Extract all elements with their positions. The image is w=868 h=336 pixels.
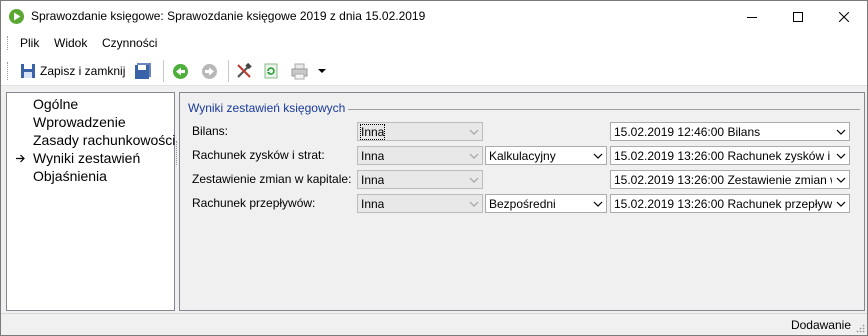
- chevron-down-icon: [465, 123, 482, 140]
- zzk-type-select[interactable]: Inna: [357, 170, 483, 189]
- menu-bar: Plik Widok Czynności: [1, 32, 867, 54]
- rzis-type-value: Inna: [361, 149, 385, 163]
- printer-icon: [291, 63, 308, 79]
- menu-item-czynnosci[interactable]: Czynności: [102, 36, 157, 50]
- rp-variant-value: Bezpośredni: [489, 197, 556, 211]
- save-icon: [21, 64, 35, 78]
- row-label-rp: Rachunek przepływów:: [192, 196, 316, 210]
- maximize-icon: [793, 11, 803, 22]
- tools-icon: [237, 62, 252, 78]
- row-label-bilans: Bilans:: [192, 124, 229, 138]
- close-icon: [839, 11, 849, 22]
- chevron-down-icon: [832, 123, 849, 140]
- zzk-type-value: Inna: [361, 173, 385, 187]
- chevron-down-icon: [832, 147, 849, 164]
- chevron-down-icon: [832, 171, 849, 188]
- toolbar-grip[interactable]: [7, 62, 9, 80]
- menu-item-widok[interactable]: Widok: [54, 36, 87, 50]
- bilans-result-select[interactable]: 15.02.2019 12:46:00 Bilans: [610, 122, 850, 141]
- chevron-down-icon: [465, 147, 482, 164]
- chevron-down-icon: [318, 69, 326, 73]
- save-close-button[interactable]: Zapisz i zamknij: [20, 60, 125, 82]
- rzis-variant-value: Kalkulacyjny: [489, 149, 556, 163]
- refresh-icon: [264, 63, 278, 79]
- rzis-variant-select[interactable]: Kalkulacyjny: [485, 146, 607, 165]
- menu-grip[interactable]: [7, 36, 9, 50]
- nav-item-zasady-rachunkowosci[interactable]: Zasady rachunkowości: [33, 132, 175, 148]
- save-button[interactable]: [134, 60, 152, 82]
- menu-item-plik[interactable]: Plik: [20, 36, 39, 50]
- back-button[interactable]: [172, 60, 189, 82]
- rp-result-select[interactable]: 15.02.2019 13:26:00 Rachunek przepływów: [610, 194, 850, 213]
- rp-type-select[interactable]: Inna: [357, 194, 483, 213]
- chevron-down-icon: [589, 147, 606, 164]
- toolbar-separator: [163, 60, 164, 82]
- row-label-zzk: Zestawienie zmian w kapitale:: [192, 172, 352, 186]
- zzk-result-value: 15.02.2019 13:26:00 Zestawienie zmian w …: [614, 173, 832, 187]
- toolbar-separator: [228, 60, 229, 82]
- status-bar: Dodawanie: [1, 313, 867, 335]
- status-mode: Dodawanie: [790, 318, 851, 332]
- print-button[interactable]: [291, 60, 308, 82]
- save-close-label: Zapisz i zamknij: [40, 64, 126, 78]
- zzk-result-select[interactable]: 15.02.2019 13:26:00 Zestawienie zmian w …: [610, 170, 850, 189]
- nav-item-wprowadzenie[interactable]: Wprowadzenie: [33, 114, 126, 130]
- nav-item-objasnienia[interactable]: Objaśnienia: [33, 168, 107, 184]
- group-title: Wyniki zestawień księgowych: [188, 101, 349, 115]
- nav-item-wyniki-zestawien[interactable]: Wyniki zestawień: [33, 150, 140, 166]
- main-window: Sprawozdanie księgowe: Sprawozdanie księ…: [0, 0, 868, 336]
- rzis-result-value: 15.02.2019 13:26:00 Rachunek zysków i st…: [614, 149, 832, 163]
- back-arrow-icon: [173, 63, 188, 79]
- section-nav: Ogólne Wprowadzenie Zasady rachunkowości…: [6, 92, 175, 311]
- minimize-button[interactable]: [729, 1, 775, 32]
- chevron-down-icon: [832, 195, 849, 212]
- content-panel: Wyniki zestawień księgowych Bilans: Inna…: [179, 92, 865, 311]
- window-title: Sprawozdanie księgowe: Sprawozdanie księ…: [31, 9, 426, 23]
- bilans-type-value: Inna: [359, 124, 386, 140]
- rzis-result-select[interactable]: 15.02.2019 13:26:00 Rachunek zysków i st…: [610, 146, 850, 165]
- bilans-result-value: 15.02.2019 12:46:00 Bilans: [614, 125, 761, 139]
- refresh-button[interactable]: [263, 60, 279, 82]
- save-all-icon: [135, 63, 151, 79]
- chevron-down-icon: [465, 195, 482, 212]
- app-icon: [9, 9, 24, 24]
- forward-button[interactable]: [201, 60, 218, 82]
- rp-variant-select[interactable]: Bezpośredni: [485, 194, 607, 213]
- nav-item-ogolne[interactable]: Ogólne: [33, 96, 78, 112]
- chevron-down-icon: [589, 195, 606, 212]
- toolbar: Zapisz i zamknij: [1, 54, 867, 86]
- title-bar: Sprawozdanie księgowe: Sprawozdanie księ…: [1, 1, 867, 32]
- minimize-icon: [747, 16, 757, 18]
- selected-arrow-icon: [15, 153, 26, 167]
- rp-type-value: Inna: [361, 197, 385, 211]
- chevron-down-icon: [465, 171, 482, 188]
- print-options-dropdown[interactable]: [317, 60, 327, 82]
- resize-grip-icon[interactable]: [855, 323, 865, 333]
- rzis-type-select[interactable]: Inna: [357, 146, 483, 165]
- close-button[interactable]: [821, 1, 867, 32]
- row-label-rzis: Rachunek zysków i strat:: [192, 148, 325, 162]
- rp-result-value: 15.02.2019 13:26:00 Rachunek przepływów: [614, 197, 832, 211]
- tools-button[interactable]: [235, 60, 253, 82]
- bilans-type-select[interactable]: Inna: [357, 122, 483, 141]
- forward-arrow-icon: [202, 63, 217, 79]
- maximize-button[interactable]: [775, 1, 821, 32]
